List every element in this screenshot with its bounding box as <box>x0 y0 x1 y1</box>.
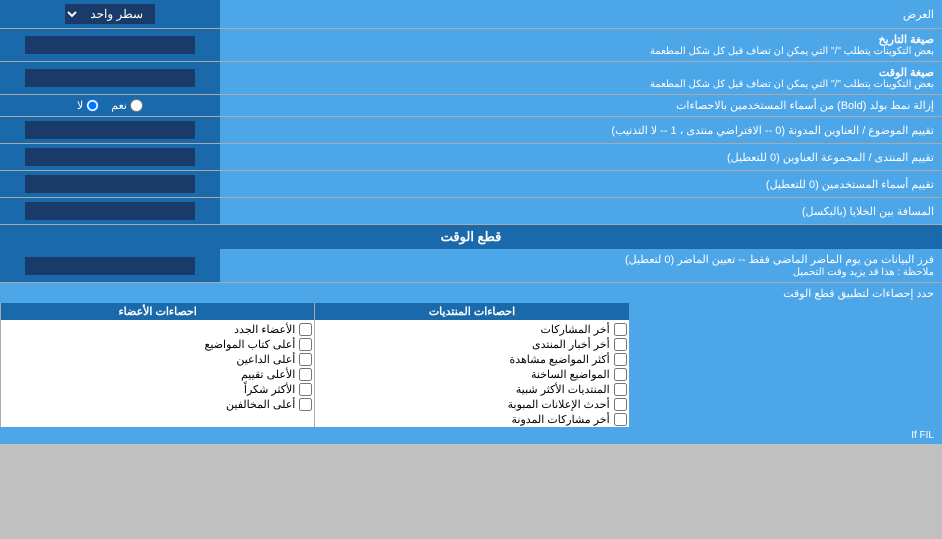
topics-sorting-input[interactable]: 33 <box>25 121 195 139</box>
checkbox-forums-7[interactable] <box>614 413 627 426</box>
date-format-input-cell: d-m <box>0 29 220 61</box>
time-format-row: صيغة الوقت بعض التكوينات يتطلب "/" التي … <box>0 62 942 95</box>
checkboxes-col1: احصاءات المنتديات أخر المشاركات أخر أخبا… <box>314 303 628 427</box>
list-item: أحدث الإعلانات المبوبة <box>315 397 628 412</box>
users-sorting-input-cell: 0 <box>0 171 220 197</box>
col2-title: احصاءات الأعضاء <box>1 303 314 320</box>
forum-sorting-input-cell: 33 <box>0 144 220 170</box>
list-item: أكثر المواضيع مشاهدة <box>315 352 628 367</box>
display-input-cell: سطر واحد سطرين ثلاثة أسطر <box>0 0 220 28</box>
display-dropdown[interactable]: سطر واحد سطرين ثلاثة أسطر <box>65 4 155 24</box>
time-cut-section-title: قطع الوقت <box>0 225 942 249</box>
list-item: أعلى كتاب المواضيع <box>1 337 314 352</box>
checkbox-members-4[interactable] <box>299 368 312 381</box>
topics-sorting-row: تقييم الموضوع / العناوين المدونة (0 -- ا… <box>0 117 942 144</box>
gap-between-label: المسافة بين الخلايا (بالبكسل) <box>220 198 942 224</box>
date-format-input[interactable]: d-m <box>25 36 195 54</box>
checkbox-members-3[interactable] <box>299 353 312 366</box>
checkbox-forums-3[interactable] <box>614 353 627 366</box>
list-item: الأعلى تقييم <box>1 367 314 382</box>
checkboxes-area: احصاءات المنتديات أخر المشاركات أخر أخبا… <box>0 303 942 427</box>
bold-remove-label: إزالة نمط بولد (Bold) من أسماء المستخدمي… <box>220 95 942 116</box>
list-item: الأكثر شكراً <box>1 382 314 397</box>
stats-limit-label: حدد إحصاءات لتطبيق قطع الوقت <box>783 288 934 300</box>
users-sorting-label: تقييم أسماء المستخدمين (0 للتعطيل) <box>220 171 942 197</box>
checkboxes-col2: احصاءات الأعضاء الأعضاء الجدد أعلى كتاب … <box>0 303 314 427</box>
topics-sorting-input-cell: 33 <box>0 117 220 143</box>
bold-remove-row: إزالة نمط بولد (Bold) من أسماء المستخدمي… <box>0 95 942 117</box>
checkbox-members-5[interactable] <box>299 383 312 396</box>
checkbox-forums-1[interactable] <box>614 323 627 336</box>
checkbox-forums-2[interactable] <box>614 338 627 351</box>
users-sorting-row: تقييم أسماء المستخدمين (0 للتعطيل) 0 <box>0 171 942 198</box>
list-item: المنتديات الأكثر شبية <box>315 382 628 397</box>
forum-sorting-input[interactable]: 33 <box>25 148 195 166</box>
limit-spacer <box>629 303 942 427</box>
bold-remove-input-cell: نعم لا <box>0 95 220 116</box>
gap-between-row: المسافة بين الخلايا (بالبكسل) 2 <box>0 198 942 225</box>
checkbox-forums-4[interactable] <box>614 368 627 381</box>
list-item: المواضيع الساخنة <box>315 367 628 382</box>
checkbox-members-6[interactable] <box>299 398 312 411</box>
time-format-input-cell: H:i <box>0 62 220 94</box>
bottom-note: If FIL <box>0 427 942 444</box>
stats-limit-row: حدد إحصاءات لتطبيق قطع الوقت <box>0 283 942 303</box>
bold-no-label[interactable]: لا <box>77 99 99 112</box>
date-format-label: صيغة التاريخ بعض التكوينات يتطلب "/" الت… <box>220 29 942 61</box>
time-cut-filter-row: فرز البيانات من يوم الماضر الماضي فقط --… <box>0 249 942 283</box>
list-item: أخر المشاركات <box>315 322 628 337</box>
list-item: أعلى المخالفين <box>1 397 314 412</box>
list-item: أخر أخبار المنتدى <box>315 337 628 352</box>
list-item: أعلى الداعين <box>1 352 314 367</box>
forum-sorting-row: تقييم المنتدى / المجموعة العناوين (0 للت… <box>0 144 942 171</box>
users-sorting-input[interactable]: 0 <box>25 175 195 193</box>
list-item: أخر مشاركات المدونة <box>315 412 628 427</box>
col1-title: احصاءات المنتديات <box>315 303 628 320</box>
forum-sorting-label: تقييم المنتدى / المجموعة العناوين (0 للت… <box>220 144 942 170</box>
time-cut-filter-input-cell: 0 <box>0 249 220 282</box>
time-cut-filter-input[interactable]: 0 <box>25 257 195 275</box>
gap-between-input[interactable]: 2 <box>25 202 195 220</box>
time-format-input[interactable]: H:i <box>25 69 195 87</box>
bold-no-radio[interactable] <box>86 99 99 112</box>
date-format-row: صيغة التاريخ بعض التكوينات يتطلب "/" الت… <box>0 29 942 62</box>
checkbox-members-2[interactable] <box>299 338 312 351</box>
bold-yes-radio[interactable] <box>130 99 143 112</box>
checkbox-forums-5[interactable] <box>614 383 627 396</box>
topics-sorting-label: تقييم الموضوع / العناوين المدونة (0 -- ا… <box>220 117 942 143</box>
bold-yes-label[interactable]: نعم <box>111 99 143 112</box>
list-item: الأعضاء الجدد <box>1 322 314 337</box>
checkbox-forums-6[interactable] <box>614 398 627 411</box>
checkbox-members-1[interactable] <box>299 323 312 336</box>
time-cut-filter-label: فرز البيانات من يوم الماضر الماضي فقط --… <box>220 249 942 282</box>
display-label: العرض <box>220 0 942 28</box>
gap-between-input-cell: 2 <box>0 198 220 224</box>
display-row: العرض سطر واحد سطرين ثلاثة أسطر <box>0 0 942 29</box>
time-format-label: صيغة الوقت بعض التكوينات يتطلب "/" التي … <box>220 62 942 94</box>
